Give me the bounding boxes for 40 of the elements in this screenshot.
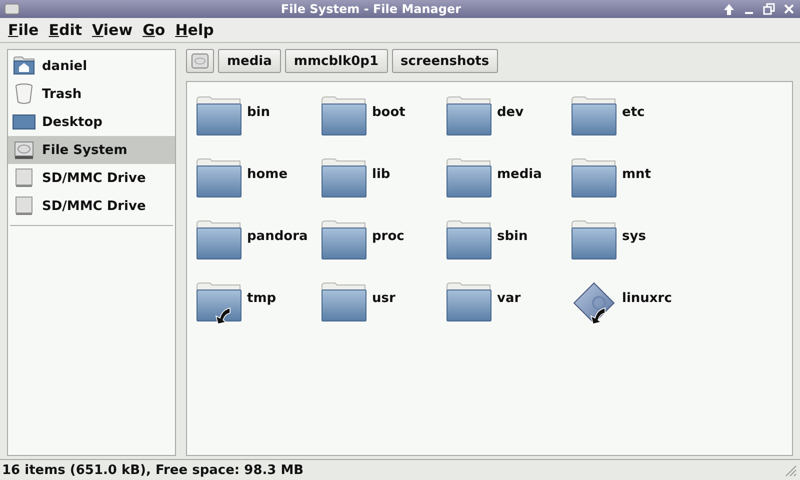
path-button[interactable]: mmcblk0p1 <box>284 49 388 73</box>
linked-diamond-icon[interactable] <box>571 282 617 326</box>
file-name[interactable]: pandora <box>247 229 308 244</box>
drive-icon[interactable] <box>4 1 20 17</box>
file-name[interactable]: dev <box>497 105 524 120</box>
file-name[interactable]: lib <box>372 167 390 182</box>
menu-item[interactable]: Help <box>171 21 218 39</box>
sidebar-item[interactable]: SD/MMC Drive <box>8 164 175 192</box>
menu-item[interactable]: Edit <box>44 21 86 39</box>
file-name[interactable]: sbin <box>497 229 528 244</box>
file-name[interactable]: linuxrc <box>622 291 672 306</box>
close-icon[interactable] <box>782 2 796 16</box>
file-name[interactable]: sys <box>622 229 646 244</box>
sidebar-item[interactable]: Trash <box>8 80 175 108</box>
file-name[interactable]: tmp <box>247 291 276 306</box>
file-name[interactable]: home <box>247 167 288 182</box>
file-name[interactable]: proc <box>372 229 404 244</box>
status-text: 16 items (651.0 kB), Free space: 98.3 MB <box>2 462 305 478</box>
up-arrow-icon[interactable] <box>722 2 736 16</box>
path-button[interactable]: screenshots <box>392 49 498 73</box>
window-title: File System - File Manager <box>280 2 462 16</box>
sidebar-item[interactable]: SD/MMC Drive <box>8 192 175 220</box>
file-name[interactable]: bin <box>247 105 270 120</box>
file-name[interactable]: usr <box>372 291 396 306</box>
linked-folder-icon[interactable] <box>196 282 242 326</box>
file-name[interactable]: media <box>497 167 542 182</box>
menu-item[interactable]: File <box>4 21 43 39</box>
path-button[interactable]: media <box>218 49 281 73</box>
root-button[interactable] <box>186 49 214 73</box>
restore-icon[interactable] <box>762 2 776 16</box>
file-name[interactable]: boot <box>372 105 406 120</box>
hard-drive-icon <box>190 51 210 71</box>
sidebar-item[interactable]: Desktop <box>8 108 175 136</box>
menu-item[interactable]: View <box>88 21 137 39</box>
sidebar-item[interactable]: File System <box>8 136 175 164</box>
menu-item[interactable]: Go <box>138 21 170 39</box>
file-name[interactable]: etc <box>622 105 645 120</box>
file-name[interactable]: var <box>497 291 521 306</box>
file-name[interactable]: mnt <box>622 167 652 182</box>
sidebar-item[interactable]: daniel <box>8 52 175 80</box>
